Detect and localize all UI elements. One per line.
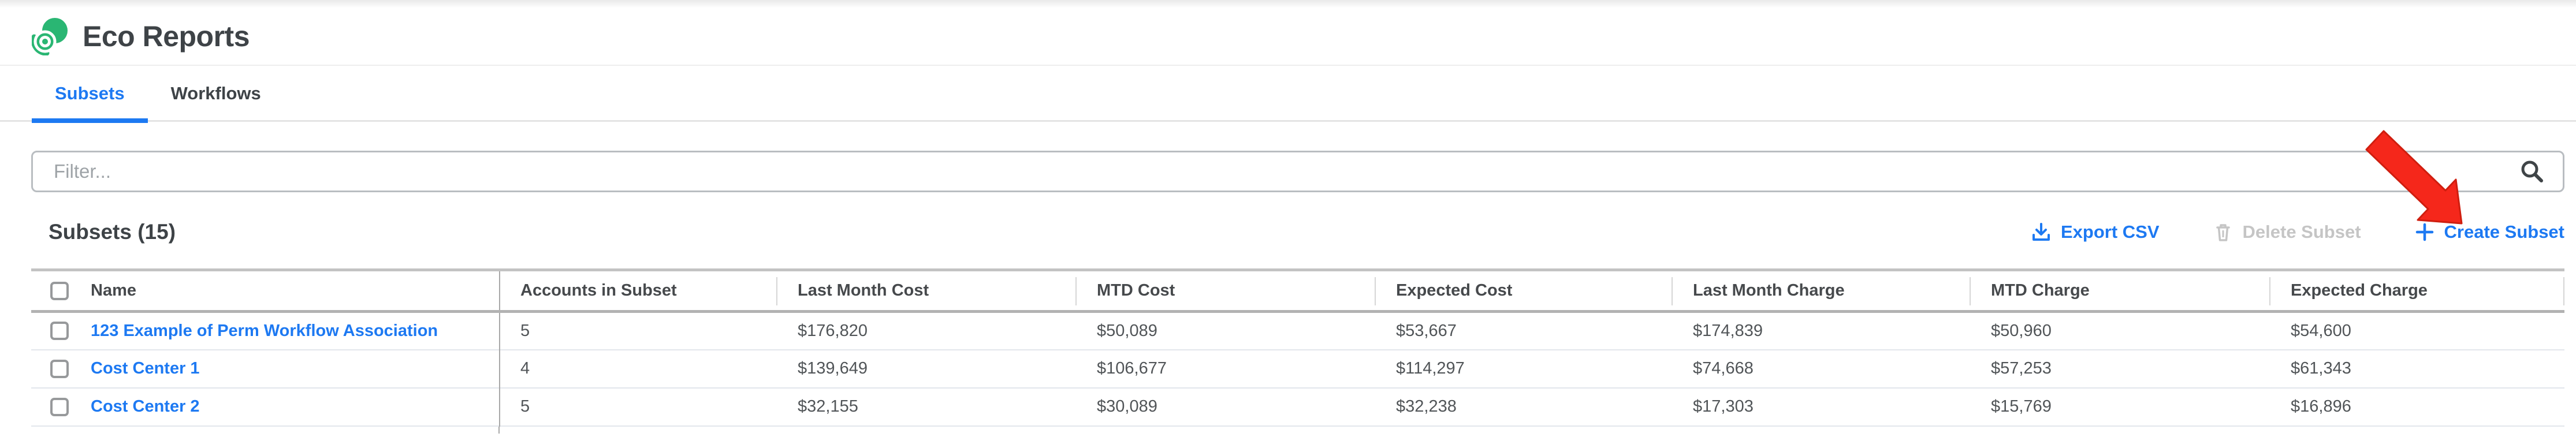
column-header-accounts: Accounts in Subset <box>500 270 777 312</box>
cell-mtd-charge: $15,769 <box>1971 388 2270 426</box>
cell-mtd-cost: $50,089 <box>1077 312 1376 350</box>
cell-last-month-cost: $32,155 <box>777 388 1077 426</box>
cell-last-month-cost: $139,649 <box>777 350 1077 388</box>
filter-row <box>31 151 2564 192</box>
column-header-name: Name <box>91 281 136 300</box>
cell-mtd-cost: $106,677 <box>1077 350 1376 388</box>
cell-expected-charge: $61,343 <box>2270 350 2564 388</box>
cell-accounts: 5 <box>500 312 777 350</box>
cell-expected-cost: $53,667 <box>1376 312 1673 350</box>
download-icon <box>2031 222 2052 242</box>
table-row: 123 Example of Perm Workflow Association… <box>31 312 2564 350</box>
cell-accounts: 4 <box>500 350 777 388</box>
subset-link[interactable]: Cost Center 1 <box>91 359 200 378</box>
cell-mtd-cost: $30,089 <box>1077 388 1376 426</box>
cell-accounts: 5 <box>500 388 777 426</box>
tab-subsets[interactable]: Subsets <box>32 66 148 120</box>
export-csv-label: Export CSV <box>2061 222 2160 242</box>
cell-mtd-charge: $57,253 <box>1971 350 2270 388</box>
column-header-mtd-charge: MTD Charge <box>1971 270 2270 312</box>
cell-last-month-cost: $176,820 <box>777 312 1077 350</box>
cell-last-month-charge: $74,668 <box>1673 350 1971 388</box>
delete-subset-label: Delete Subset <box>2243 222 2361 242</box>
action-buttons: Export CSV Delete Subset Create Subset <box>2031 222 2564 242</box>
app-header: Eco Reports <box>0 8 2576 66</box>
name-column-divider-stub <box>498 427 500 434</box>
table-row: Cost Center 2 5 $32,155 $30,089 $32,238 … <box>31 388 2564 426</box>
subsets-table: Name Accounts in Subset Last Month Cost … <box>31 268 2564 427</box>
column-header-expected-charge: Expected Charge <box>2270 270 2564 312</box>
subsets-table-wrap: Name Accounts in Subset Last Month Cost … <box>31 268 2564 427</box>
cell-last-month-charge: $17,303 <box>1673 388 1971 426</box>
cell-expected-charge: $54,600 <box>2270 312 2564 350</box>
cell-last-month-charge: $174,839 <box>1673 312 1971 350</box>
tab-workflows[interactable]: Workflows <box>148 66 284 120</box>
row-checkbox[interactable] <box>50 322 69 340</box>
subset-link[interactable]: 123 Example of Perm Workflow Association <box>91 322 438 341</box>
trash-icon <box>2213 222 2233 242</box>
eco-reports-page: Eco Reports Subsets Workflows Subsets (1… <box>0 0 2576 448</box>
column-header-last-month-cost: Last Month Cost <box>777 270 1077 312</box>
cell-expected-cost: $114,297 <box>1376 350 1673 388</box>
eco-logo-icon <box>32 17 68 55</box>
subset-link[interactable]: Cost Center 2 <box>91 397 200 416</box>
section-heading: Subsets (15) <box>49 220 176 244</box>
tab-bar: Subsets Workflows <box>0 66 2576 122</box>
column-header-mtd-cost: MTD Cost <box>1077 270 1376 312</box>
plus-icon <box>2414 222 2435 242</box>
top-shadow-strip <box>0 0 2576 8</box>
page-title: Eco Reports <box>83 20 250 53</box>
section-bar: Subsets (15) Export CSV Delete Subset <box>31 213 2564 251</box>
create-subset-button[interactable]: Create Subset <box>2414 222 2564 242</box>
search-icon <box>2519 159 2545 184</box>
cell-expected-cost: $32,238 <box>1376 388 1673 426</box>
row-checkbox[interactable] <box>50 398 69 416</box>
filter-input[interactable] <box>31 151 2564 192</box>
cell-mtd-charge: $50,960 <box>1971 312 2270 350</box>
cell-expected-charge: $16,896 <box>2270 388 2564 426</box>
delete-subset-button[interactable]: Delete Subset <box>2213 222 2361 242</box>
table-header-row: Name Accounts in Subset Last Month Cost … <box>31 270 2564 312</box>
export-csv-button[interactable]: Export CSV <box>2031 222 2160 242</box>
column-header-last-month-charge: Last Month Charge <box>1673 270 1971 312</box>
create-subset-label: Create Subset <box>2444 222 2564 242</box>
select-all-checkbox[interactable] <box>50 282 69 300</box>
column-header-expected-cost: Expected Cost <box>1376 270 1673 312</box>
row-checkbox[interactable] <box>50 360 69 378</box>
table-row: Cost Center 1 4 $139,649 $106,677 $114,2… <box>31 350 2564 388</box>
